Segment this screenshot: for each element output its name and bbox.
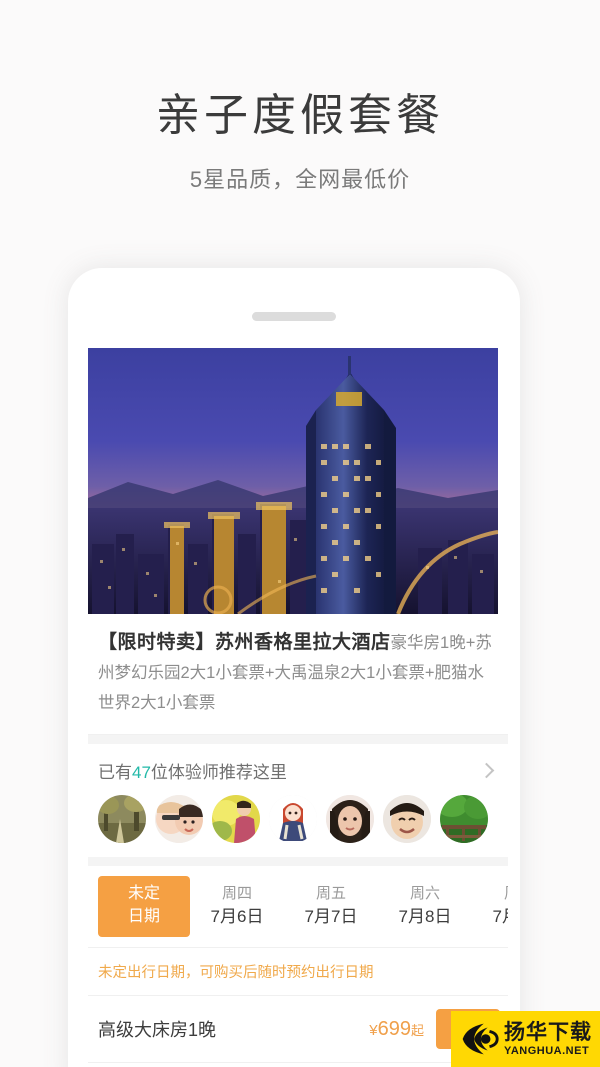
chevron-right-icon[interactable]: [478, 762, 495, 779]
promo-header: 亲子度假套餐 5星品质，全网最低价: [0, 0, 600, 194]
yanghua-tiger-logo-icon: [456, 1017, 500, 1061]
avatar-green-bridge-icon: [440, 795, 488, 843]
hotel-hero-image[interactable]: [88, 348, 498, 614]
recommender-avatar-list: [88, 795, 508, 857]
date-tab-weekday: 周五: [315, 885, 346, 902]
recommenders-suffix: 位体验师推荐这里: [150, 763, 287, 782]
avatar-woman-portrait-icon: [326, 795, 374, 843]
table-row[interactable]: 高级大床房1晚 ¥699起 预订: [88, 996, 508, 1063]
date-tab-list[interactable]: 未定 日期 周四 7月6日 周五 7月7日 周六 7月8日 周日 7月9日: [88, 866, 508, 948]
date-tab-day: 7月9日: [492, 907, 508, 926]
speaker-grille-icon: [252, 312, 336, 321]
recommenders-header[interactable]: 已有47位体验师推荐这里: [88, 744, 508, 795]
recommenders-count: 47: [132, 763, 151, 782]
watermark-text: 扬华下载 YANGHUA.NET: [504, 1022, 592, 1057]
section-divider: [88, 735, 508, 744]
room-price: ¥699起: [369, 1018, 424, 1041]
avatar-man-smiling[interactable]: [383, 795, 431, 843]
avatar-child-yellow-field-icon: [212, 795, 260, 843]
price-suffix: 起: [410, 1022, 424, 1038]
page-title: 亲子度假套餐: [156, 91, 444, 140]
avatar-two-girls[interactable]: [155, 795, 203, 843]
date-tab-day: 7月6日: [210, 907, 264, 926]
avatar-woman-portrait[interactable]: [326, 795, 374, 843]
date-tab-fri[interactable]: 周五 7月7日: [284, 876, 378, 937]
date-tab-thu[interactable]: 周四 7月6日: [190, 876, 284, 937]
phone-mockup: 【限时特卖】苏州香格里拉大酒店豪华房1晚+苏州梦幻乐园2大1小套票+大禹温泉2大…: [68, 268, 520, 1067]
product-title-block[interactable]: 【限时特卖】苏州香格里拉大酒店豪华房1晚+苏州梦幻乐园2大1小套票+大禹温泉2大…: [88, 614, 508, 735]
watermark-en: YANGHUA.NET: [504, 1044, 590, 1057]
date-tab-sun[interactable]: 周日 7月9日: [472, 876, 508, 937]
promo-landing-page: 亲子度假套餐 5星品质，全网最低价 【限时特卖】苏州香格里拉大酒店豪华房1晚+苏…: [0, 0, 600, 1067]
room-name: 高级大床房1晚: [98, 1020, 217, 1040]
currency-symbol: ¥: [369, 1021, 378, 1039]
avatar-anime-figure[interactable]: [269, 795, 317, 843]
avatar-child-yellow-field[interactable]: [212, 795, 260, 843]
recommenders-prefix: 已有: [98, 763, 132, 782]
watermark-cn: 扬华下载: [504, 1020, 592, 1044]
avatar-anime-figure-icon: [269, 795, 317, 843]
date-tab-weekday: 周四: [221, 885, 252, 902]
page-subtitle: 5星品质，全网最低价: [189, 167, 411, 192]
date-tab-day: 日期: [127, 908, 160, 925]
product-title: 【限时特卖】苏州香格里拉大酒店豪华房1晚+苏州梦幻乐园2大1小套票+大禹温泉2大…: [98, 628, 500, 718]
date-tab-weekday: 周日: [472, 883, 508, 905]
hotel-skyscraper-night-photo-icon: [88, 348, 498, 614]
avatar-man-smiling-icon: [383, 795, 431, 843]
date-note: 未定出行日期，可购买后随时预约出行日期: [88, 948, 508, 996]
date-tab-undecided[interactable]: 未定 日期: [98, 876, 190, 937]
recommenders-label: 已有47位体验师推荐这里: [98, 758, 287, 783]
avatar-green-bridge[interactable]: [440, 795, 488, 843]
price-value: 699: [377, 1017, 411, 1040]
avatar-forest-path[interactable]: [98, 795, 146, 843]
date-tab-day: 7月7日: [304, 907, 358, 926]
section-divider-2: [88, 857, 508, 866]
product-title-highlight: 【限时特卖】苏州香格里拉大酒店: [98, 632, 391, 653]
phone-screen: 【限时特卖】苏州香格里拉大酒店豪华房1晚+苏州梦幻乐园2大1小套票+大禹温泉2大…: [88, 348, 508, 1067]
date-tab-weekday: 未定: [127, 885, 160, 902]
date-tab-day: 7月8日: [398, 907, 452, 926]
table-row[interactable]: 高级双床房1晚 ¥699起 预订: [88, 1063, 508, 1067]
avatar-forest-path-icon: [98, 795, 146, 843]
avatar-two-girls-icon: [155, 795, 203, 843]
watermark: 扬华下载 YANGHUA.NET: [451, 1011, 600, 1067]
date-tab-weekday: 周六: [409, 885, 440, 902]
date-tab-sat[interactable]: 周六 7月8日: [378, 876, 472, 937]
